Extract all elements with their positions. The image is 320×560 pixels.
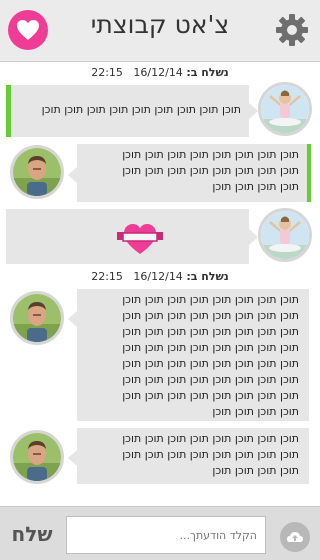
man-photo — [13, 294, 61, 342]
message-bubble-theirs[interactable]: תוכן תוכן תוכן תוכן תוכן תוכן תוכן תוכן … — [77, 428, 309, 484]
avatar-woman-yoga[interactable] — [258, 82, 312, 136]
message-line: תוכן תוכן תוכן תוכן תוכן תוכן תוכן תוכן — [122, 373, 299, 386]
message-line: תוכן תוכן תוכן תוכן תוכן תוכן תוכן תוכן … — [41, 103, 241, 116]
bubble-tail — [68, 450, 77, 466]
upload-button[interactable] — [280, 522, 310, 552]
send-button[interactable]: שלח — [6, 515, 58, 553]
page-title: צ'אט קבוצתי — [90, 10, 230, 39]
timestamp: נשלח ב: 16/12/14 22:15 — [0, 270, 320, 283]
gear-icon[interactable] — [274, 12, 310, 48]
message-line: תוכן תוכן תוכן תוכן — [212, 180, 299, 193]
message-line: תוכן תוכן תוכן תוכן תוכן תוכן תוכן תוכן — [122, 389, 299, 402]
woman-yoga-photo — [261, 85, 309, 133]
bubble-tail — [68, 311, 77, 327]
avatar-man[interactable] — [10, 430, 64, 484]
sticker-bubble[interactable] — [6, 209, 249, 264]
sent-date: 16/12/14 — [133, 270, 183, 283]
message-bubble-mine[interactable]: תוכן תוכן תוכן תוכן תוכן תוכן תוכן תוכן … — [6, 85, 249, 137]
woman-yoga-photo — [261, 211, 309, 259]
message-line: תוכן תוכן תוכן תוכן תוכן תוכן תוכן תוכן — [122, 148, 299, 161]
man-photo — [13, 148, 61, 196]
sent-date: 16/12/14 — [133, 66, 183, 79]
upload-cloud-icon — [287, 532, 303, 542]
man-photo — [13, 433, 61, 481]
message-input[interactable] — [66, 516, 266, 554]
message-line: תוכן תוכן תוכן תוכן תוכן תוכן תוכן תוכן — [122, 357, 299, 370]
sent-label: נשלח ב: — [186, 66, 229, 79]
avatar-man[interactable] — [10, 145, 64, 199]
chat-header: צ'אט קבוצתי — [0, 0, 320, 62]
message-bubble-theirs[interactable]: תוכן תוכן תוכן תוכן תוכן תוכן תוכן תוכן … — [77, 144, 311, 202]
message-bubble-theirs[interactable]: תוכן תוכן תוכן תוכן תוכן תוכן תוכן תוכן … — [77, 289, 309, 421]
heart-icon — [17, 20, 39, 40]
avatar-man[interactable] — [10, 291, 64, 345]
bubble-tail — [249, 103, 258, 119]
message-line: תוכן תוכן תוכן תוכן תוכן תוכן תוכן תוכן — [122, 293, 299, 306]
bubble-tail — [249, 229, 258, 245]
message-line: תוכן תוכן תוכן תוכן תוכן תוכן תוכן תוכן — [122, 309, 299, 322]
message-line: תוכן תוכן תוכן תוכן תוכן תוכן תוכן תוכן — [122, 341, 299, 354]
message-line: תוכן תוכן תוכן תוכן — [212, 405, 299, 418]
timestamp: נשלח ב: 16/12/14 22:15 — [0, 66, 320, 79]
sent-time: 22:15 — [91, 270, 123, 283]
message-line: תוכן תוכן תוכן תוכן תוכן תוכן תוכן תוכן — [122, 325, 299, 338]
avatar-woman-yoga[interactable] — [258, 208, 312, 262]
message-line: תוכן תוכן תוכן תוכן תוכן תוכן תוכן תוכן — [122, 164, 299, 177]
sent-time: 22:15 — [91, 66, 123, 79]
message-line: תוכן תוכן תוכן תוכן תוכן תוכן תוכן תוכן — [122, 448, 299, 461]
message-composer: שלח — [0, 506, 320, 560]
favorite-heart-button[interactable] — [8, 10, 48, 50]
bubble-tail — [68, 167, 77, 183]
message-line: תוכן תוכן תוכן תוכן — [212, 464, 299, 477]
sent-label: נשלח ב: — [186, 270, 229, 283]
heart-ribbon-icon — [117, 224, 163, 254]
message-line: תוכן תוכן תוכן תוכן תוכן תוכן תוכן תוכן — [122, 432, 299, 445]
